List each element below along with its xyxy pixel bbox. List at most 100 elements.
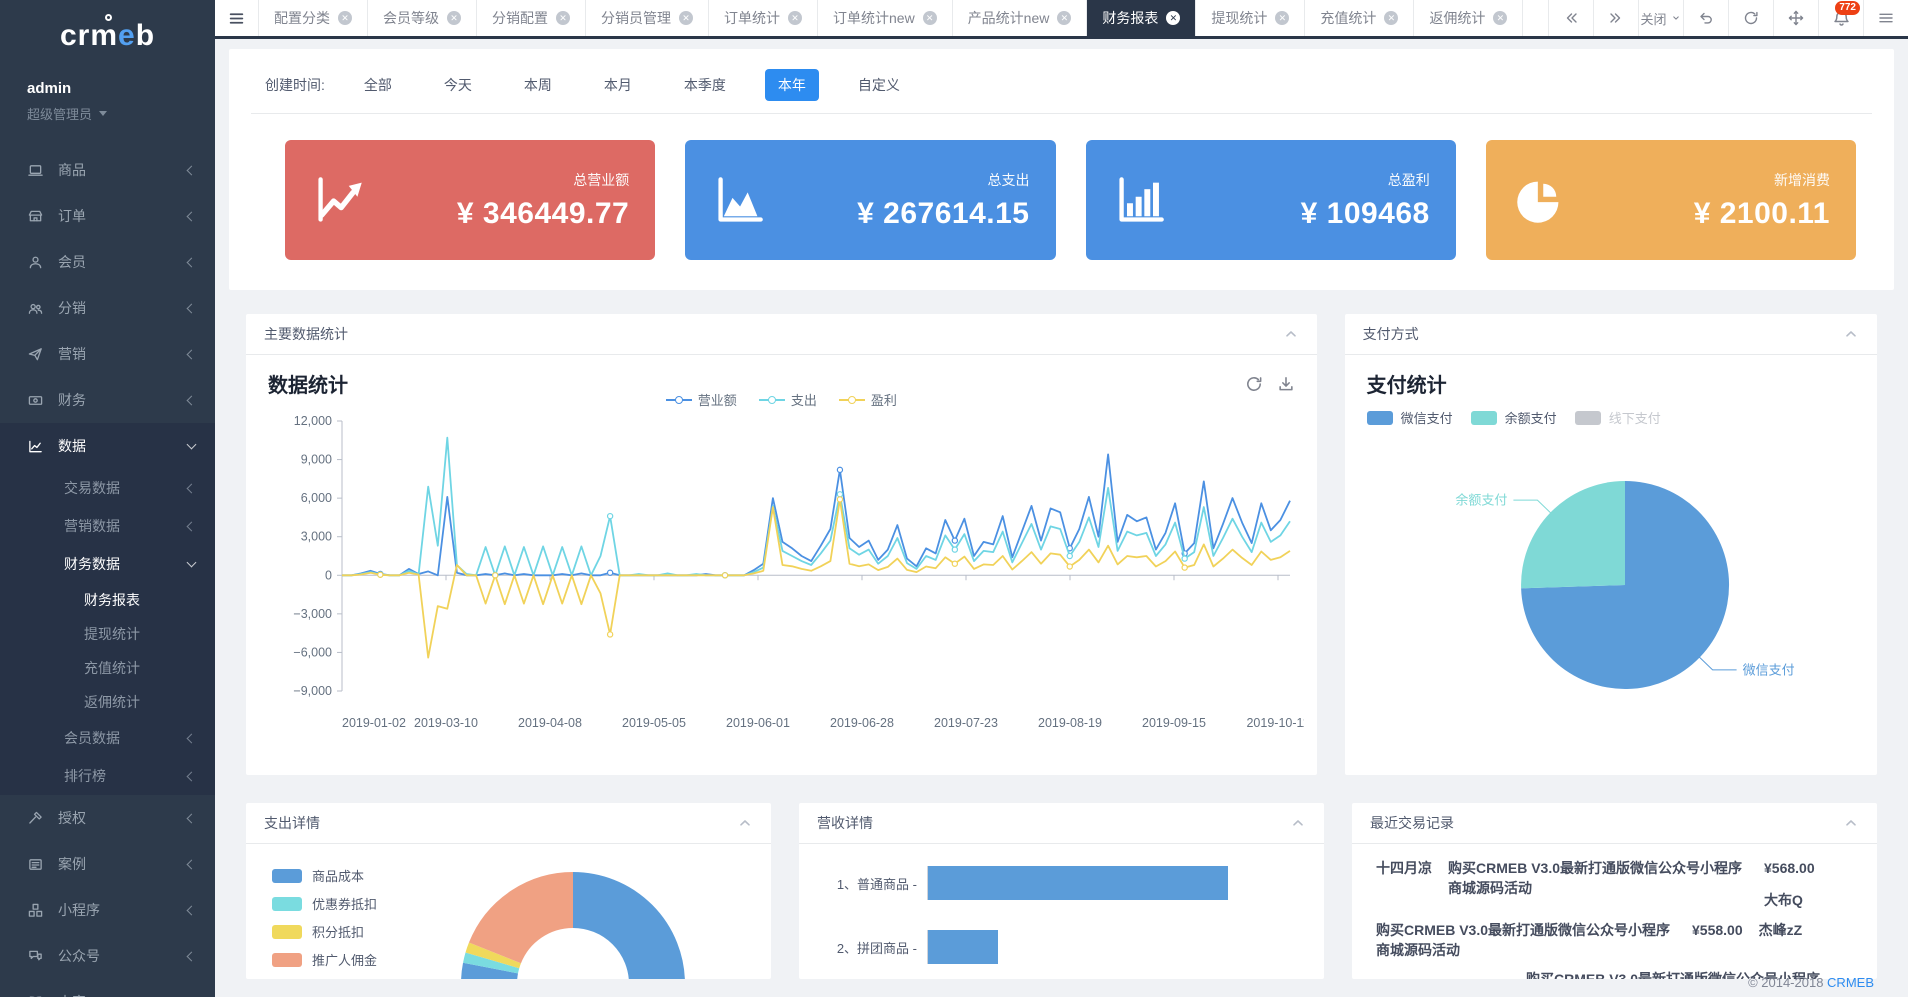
tab-返佣统计[interactable]: 返佣统计✕ [1414,0,1523,36]
notifications-button[interactable]: 772 [1818,0,1863,36]
tab-close-icon[interactable]: ✕ [338,11,352,25]
legend-item-盈利[interactable]: 盈利 [839,390,897,409]
filter-option-全部[interactable]: 全部 [351,69,405,101]
panel-header: 主要数据统计 [246,314,1317,355]
tab-close-icon[interactable]: ✕ [1493,11,1507,25]
role-dropdown[interactable]: 超级管理员 [27,104,188,123]
filter-option-本年[interactable]: 本年 [765,69,819,101]
sidebar-subitem-会员数据[interactable]: 会员数据 [0,719,215,757]
tab-close-icon[interactable]: ✕ [923,11,937,25]
download-icon[interactable] [1277,375,1295,393]
stat-card-label: 总营业额 [381,170,629,190]
stat-card-总支出[interactable]: 总支出¥ 267614.15 [685,140,1055,260]
sidebar-leaf-财务报表[interactable]: 财务报表 [0,583,215,617]
sidebar-subitem-交易数据[interactable]: 交易数据 [0,469,215,507]
svg-text:微信支付: 微信支付 [1742,662,1794,677]
collapse-chevron-icon[interactable] [1290,815,1306,831]
logo-accent: e [118,19,136,52]
filter-option-本月[interactable]: 本月 [591,69,645,101]
sidebar-leaf-提现统计[interactable]: 提现统计 [0,617,215,651]
revenue-bar-chart[interactable]: 1、普通商品 -2、拼团商品 - [799,844,1324,979]
legend-item-余额支付[interactable]: 余额支付 [1471,408,1557,427]
refresh-icon[interactable] [1245,375,1263,393]
filter-option-今天[interactable]: 今天 [431,69,485,101]
scroll-tabs-left-button[interactable] [1548,0,1593,36]
layout-button[interactable] [1863,0,1908,36]
tab-分销配置[interactable]: 分销配置✕ [477,0,586,36]
sidebar-item-内容[interactable]: 内容 [0,979,215,997]
line-chart[interactable]: 12,0009,0006,0003,0000−3,000−6,000−9,000… [268,409,1304,739]
stat-card-新增消费[interactable]: 新增消费¥ 2100.11 [1486,140,1856,260]
tab-配置分类[interactable]: 配置分类✕ [259,0,368,36]
close-tabs-dropdown[interactable]: 关闭 [1638,0,1683,36]
tab-close-icon[interactable]: ✕ [1057,11,1071,25]
sidebar-item-数据[interactable]: 数据 [0,423,215,469]
legend-item-推广人佣金[interactable]: 推广人佣金 [272,950,377,969]
sidebar-item-小程序[interactable]: 小程序 [0,887,215,933]
tab-充值统计[interactable]: 充值统计✕ [1305,0,1414,36]
refresh-page-button[interactable] [1728,0,1773,36]
tab-财务报表[interactable]: 财务报表✕ [1087,0,1196,36]
fullscreen-button[interactable] [1773,0,1818,36]
scroll-tabs-right-button[interactable] [1593,0,1638,36]
tab-会员等级[interactable]: 会员等级✕ [368,0,477,36]
tab-close-icon[interactable]: ✕ [679,11,693,25]
filter-option-自定义[interactable]: 自定义 [845,69,913,101]
sidebar-item-授权[interactable]: 授权 [0,795,215,841]
legend-item-营业额[interactable]: 营业额 [666,390,737,409]
bar[interactable] [928,930,998,964]
tab-close-icon[interactable]: ✕ [1166,11,1180,25]
shop-icon [28,209,45,224]
legend-item-优惠券抵扣[interactable]: 优惠券抵扣 [272,894,377,913]
collapse-chevron-icon[interactable] [1843,815,1859,831]
payment-pie-chart[interactable]: 微信支付余额支付 [1367,427,1860,727]
tab-close-icon[interactable]: ✕ [556,11,570,25]
sidebar-item-分销[interactable]: 分销 [0,285,215,331]
sidebar-leaf-返佣统计[interactable]: 返佣统计 [0,685,215,719]
sidebar-item-案例[interactable]: 案例 [0,841,215,887]
sidebar-leaf-充值统计[interactable]: 充值统计 [0,651,215,685]
collapse-chevron-icon[interactable] [1843,326,1859,342]
tab-订单统计new[interactable]: 订单统计new✕ [818,0,953,36]
tab-产品统计new[interactable]: 产品统计new✕ [953,0,1088,36]
legend-item-线下支付[interactable]: 线下支付 [1575,408,1661,427]
bar[interactable] [928,866,1228,900]
sidebar-subitem-财务数据[interactable]: 财务数据 [0,545,215,583]
tab-订单统计[interactable]: 订单统计✕ [709,0,818,36]
sidebar-item-订单[interactable]: 订单 [0,193,215,239]
collapse-chevron-icon[interactable] [1283,326,1299,342]
legend-item-支出[interactable]: 支出 [759,390,817,409]
chevron-left-icon [187,905,197,915]
legend-item-微信支付[interactable]: 微信支付 [1367,408,1453,427]
stat-card-总盈利[interactable]: 总盈利¥ 109468 [1086,140,1456,260]
tab-提现统计[interactable]: 提现统计✕ [1196,0,1305,36]
hamburger-button[interactable] [215,0,259,36]
legend-label: 微信支付 [1401,408,1453,427]
svg-text:3,000: 3,000 [301,530,332,544]
sidebar-subitem-排行榜[interactable]: 排行榜 [0,757,215,795]
filter-option-本季度[interactable]: 本季度 [671,69,739,101]
pie-chart-icon [1512,174,1582,226]
sidebar-subitem-营销数据[interactable]: 营销数据 [0,507,215,545]
tab-分销员管理[interactable]: 分销员管理✕ [586,0,709,36]
tab-close-icon[interactable]: ✕ [1384,11,1398,25]
chart-title: 数据统计 [268,369,348,398]
footer-brand-link[interactable]: CRMEB [1827,975,1874,990]
sidebar-item-会员[interactable]: 会员 [0,239,215,285]
collapse-chevron-icon[interactable] [737,815,753,831]
tab-close-icon[interactable]: ✕ [1275,11,1289,25]
stat-card-label: 总支出 [781,170,1029,190]
sidebar-item-营销[interactable]: 营销 [0,331,215,377]
tab-close-icon[interactable]: ✕ [788,11,802,25]
filter-option-本周[interactable]: 本周 [511,69,565,101]
expense-donut-chart[interactable] [433,860,713,979]
sidebar-item-商品[interactable]: 商品 [0,147,215,193]
sidebar-item-公众号[interactable]: 公众号 [0,933,215,979]
sidebar-item-财务[interactable]: 财务 [0,377,215,423]
legend-item-商品成本[interactable]: 商品成本 [272,866,377,885]
legend-item-积分抵扣[interactable]: 积分抵扣 [272,922,377,941]
stat-cards: 总营业额¥ 346449.77总支出¥ 267614.15 总盈利¥ 109468… [229,114,1894,290]
back-button[interactable] [1683,0,1728,36]
stat-card-总营业额[interactable]: 总营业额¥ 346449.77 [285,140,655,260]
tab-close-icon[interactable]: ✕ [447,11,461,25]
